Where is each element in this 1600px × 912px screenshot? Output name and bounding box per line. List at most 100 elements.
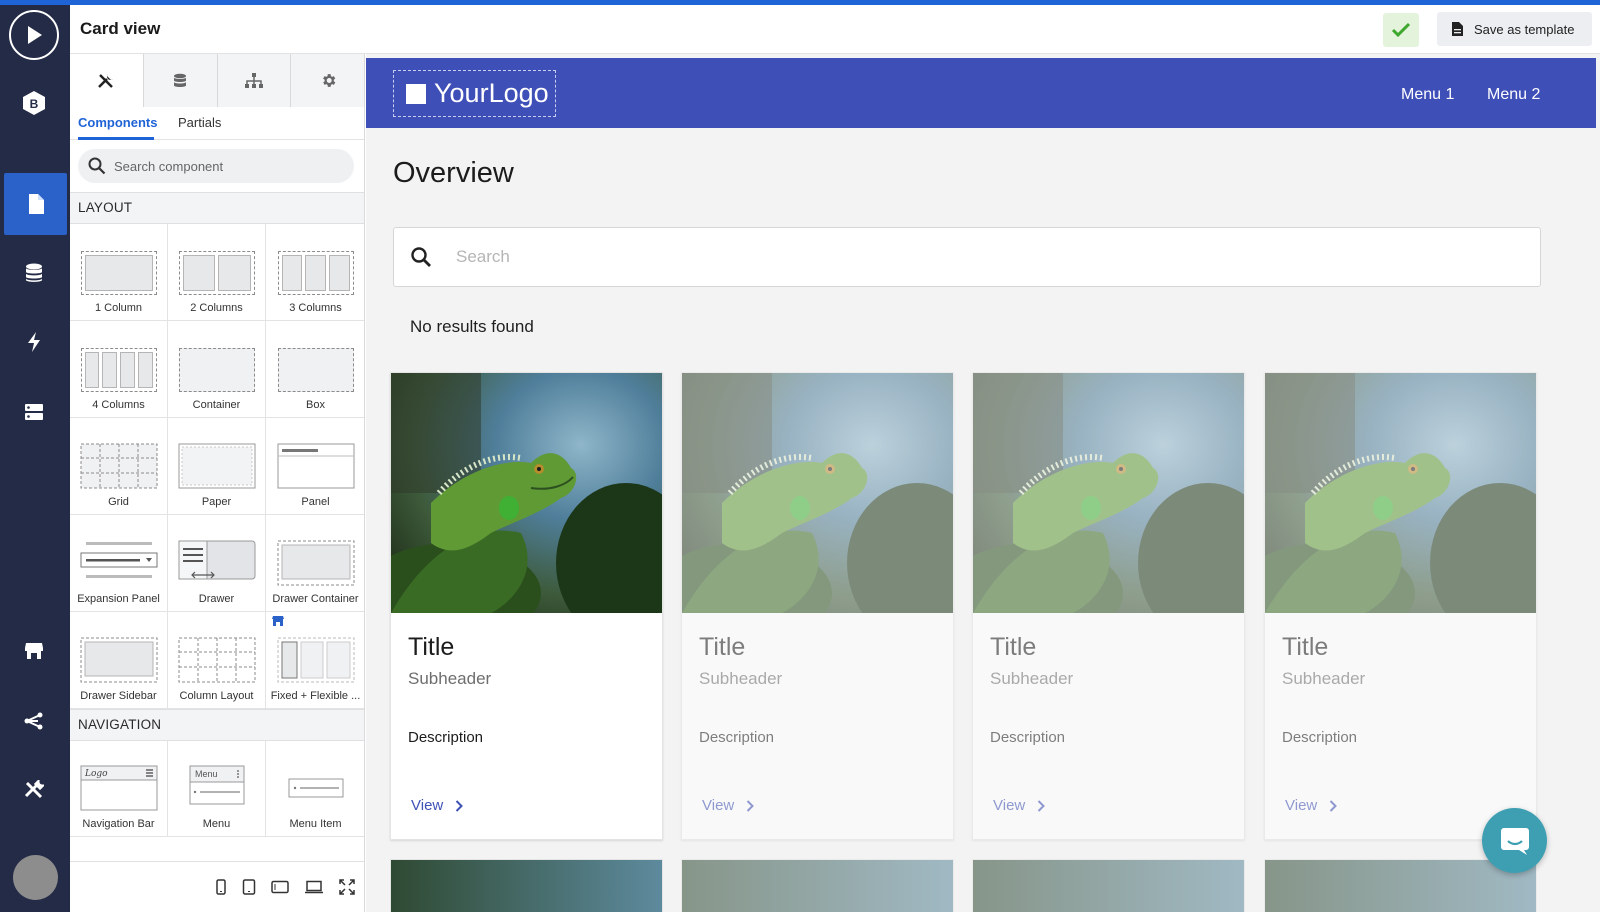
share-icon (24, 712, 42, 730)
card-title: Title (1282, 633, 1329, 661)
component-label: Drawer Sidebar (80, 690, 157, 702)
rail-share-button[interactable] (0, 690, 67, 752)
preview-search-bar[interactable] (393, 227, 1541, 287)
component-label: 1 Column (94, 302, 143, 314)
fullscreen-icon[interactable] (339, 879, 355, 895)
component-panel-item[interactable]: Panel (266, 418, 364, 515)
component-menu-item[interactable]: Menu Item (266, 741, 364, 837)
tab-partials[interactable]: Partials (178, 115, 221, 130)
tools-icon (24, 780, 44, 799)
tablet-icon[interactable] (242, 879, 256, 895)
layout-section-heading: LAYOUT (70, 192, 364, 224)
tab-components[interactable]: Components (78, 115, 157, 130)
avatar[interactable] (13, 855, 58, 900)
component-menu[interactable]: Menu Menu (168, 741, 266, 837)
component-paper[interactable]: Paper (168, 418, 266, 515)
component-label: Expansion Panel (77, 593, 160, 605)
card-view-button[interactable]: View (411, 797, 464, 814)
chat-support-button[interactable] (1482, 808, 1547, 873)
component-label: Drawer (198, 593, 235, 605)
iguana-image (391, 860, 662, 912)
component-container[interactable]: Container (168, 321, 266, 418)
rail-data-button[interactable] (0, 242, 67, 304)
iguana-image (682, 860, 953, 912)
card-title: Title (990, 633, 1037, 661)
component-label: Panel (301, 496, 330, 508)
component-one-column[interactable]: 1 Column (70, 224, 168, 321)
chevron-right-icon (747, 799, 755, 812)
card-view-button[interactable]: View (993, 797, 1046, 814)
component-three-columns[interactable]: 3 Columns (266, 224, 364, 321)
navigation-section-heading: NAVIGATION (70, 709, 364, 741)
tab-data[interactable] (143, 54, 218, 107)
rail-brand-button[interactable]: B (0, 72, 67, 134)
component-drawer[interactable]: Drawer (168, 515, 266, 612)
component-label: 4 Columns (92, 399, 145, 411)
save-as-template-label: Save as template (1474, 21, 1575, 37)
gear-icon (322, 74, 335, 87)
component-grid[interactable]: Grid (70, 418, 168, 515)
database-icon (174, 73, 187, 87)
card-title: Title (408, 633, 455, 661)
rail-pages-button[interactable] (4, 173, 67, 235)
component-expansion-panel[interactable]: Expansion Panel (70, 515, 168, 612)
icon-rail: B (0, 0, 70, 912)
preview-menu-1[interactable]: Menu 1 (1401, 86, 1454, 104)
preview-card[interactable]: Title Subheader Description View (681, 372, 954, 840)
preview-menu-2[interactable]: Menu 2 (1487, 86, 1540, 104)
component-four-columns[interactable]: 4 Columns (70, 321, 168, 418)
panel-tabs (70, 54, 364, 107)
component-search[interactable] (78, 149, 354, 183)
component-label: Drawer Container (272, 593, 359, 605)
card-view-label: View (702, 797, 735, 814)
card-description: Description (990, 729, 1066, 746)
rail-tools-button[interactable] (0, 759, 67, 821)
one-column-thumbnail (80, 251, 157, 295)
tab-components-tools[interactable] (70, 54, 144, 107)
component-label: 3 Columns (289, 302, 342, 314)
rail-store-button[interactable] (0, 620, 67, 682)
component-search-input[interactable] (114, 158, 334, 174)
fixed-flexible-thumbnail (277, 637, 354, 683)
card-subheader: Subheader (1282, 669, 1366, 688)
preview-card[interactable]: Title Subheader Description View (390, 372, 663, 840)
component-two-columns[interactable]: 2 Columns (168, 224, 266, 321)
preview-card[interactable]: Title Subheader Description View (972, 372, 1245, 840)
iguana-image (1265, 860, 1536, 912)
card-view-button[interactable]: View (1285, 797, 1338, 814)
preview-logo[interactable]: YourLogo (393, 70, 556, 117)
rail-servers-button[interactable] (0, 381, 67, 443)
component-navigation-bar[interactable]: Logo Navigation Bar (70, 741, 168, 837)
phone-icon[interactable] (215, 879, 227, 895)
preview-search-input[interactable] (456, 247, 1356, 267)
card-view-label: View (411, 797, 444, 814)
rail-actions-button[interactable] (0, 311, 67, 373)
rail-play-button[interactable] (0, 4, 67, 66)
laptop-icon[interactable] (304, 880, 324, 894)
iguana-image (973, 860, 1244, 912)
card-description: Description (699, 729, 775, 746)
panel-thumbnail (277, 443, 354, 489)
preview-card[interactable]: Title Subheader Description View (1264, 372, 1537, 840)
hierarchy-icon (244, 72, 263, 88)
active-tab-indicator (78, 137, 154, 140)
save-as-template-button[interactable]: Save as template (1437, 12, 1592, 46)
store-icon (272, 616, 284, 626)
component-fixed-flexible[interactable]: Fixed + Flexible ... (266, 612, 364, 709)
tab-structure[interactable] (217, 54, 292, 107)
component-label: Paper (201, 496, 232, 508)
page-title: Card view (80, 19, 161, 38)
component-drawer-container[interactable]: Drawer Container (266, 515, 364, 612)
component-drawer-sidebar[interactable]: Drawer Sidebar (70, 612, 168, 709)
preview-app-bar: YourLogo Menu 1 Menu 2 (366, 58, 1596, 128)
component-box[interactable]: Box (266, 321, 364, 418)
device-preview-bar (70, 861, 364, 912)
card-view-button[interactable]: View (702, 797, 755, 814)
component-column-layout[interactable]: Column Layout (168, 612, 266, 709)
svg-text:Logo: Logo (84, 769, 108, 779)
menu-thumbnail: Menu (189, 765, 244, 805)
tab-settings[interactable] (291, 54, 364, 107)
publish-check-button[interactable] (1383, 13, 1419, 47)
drawer-container-thumbnail (277, 540, 354, 586)
tablet-landscape-icon[interactable] (271, 880, 289, 894)
